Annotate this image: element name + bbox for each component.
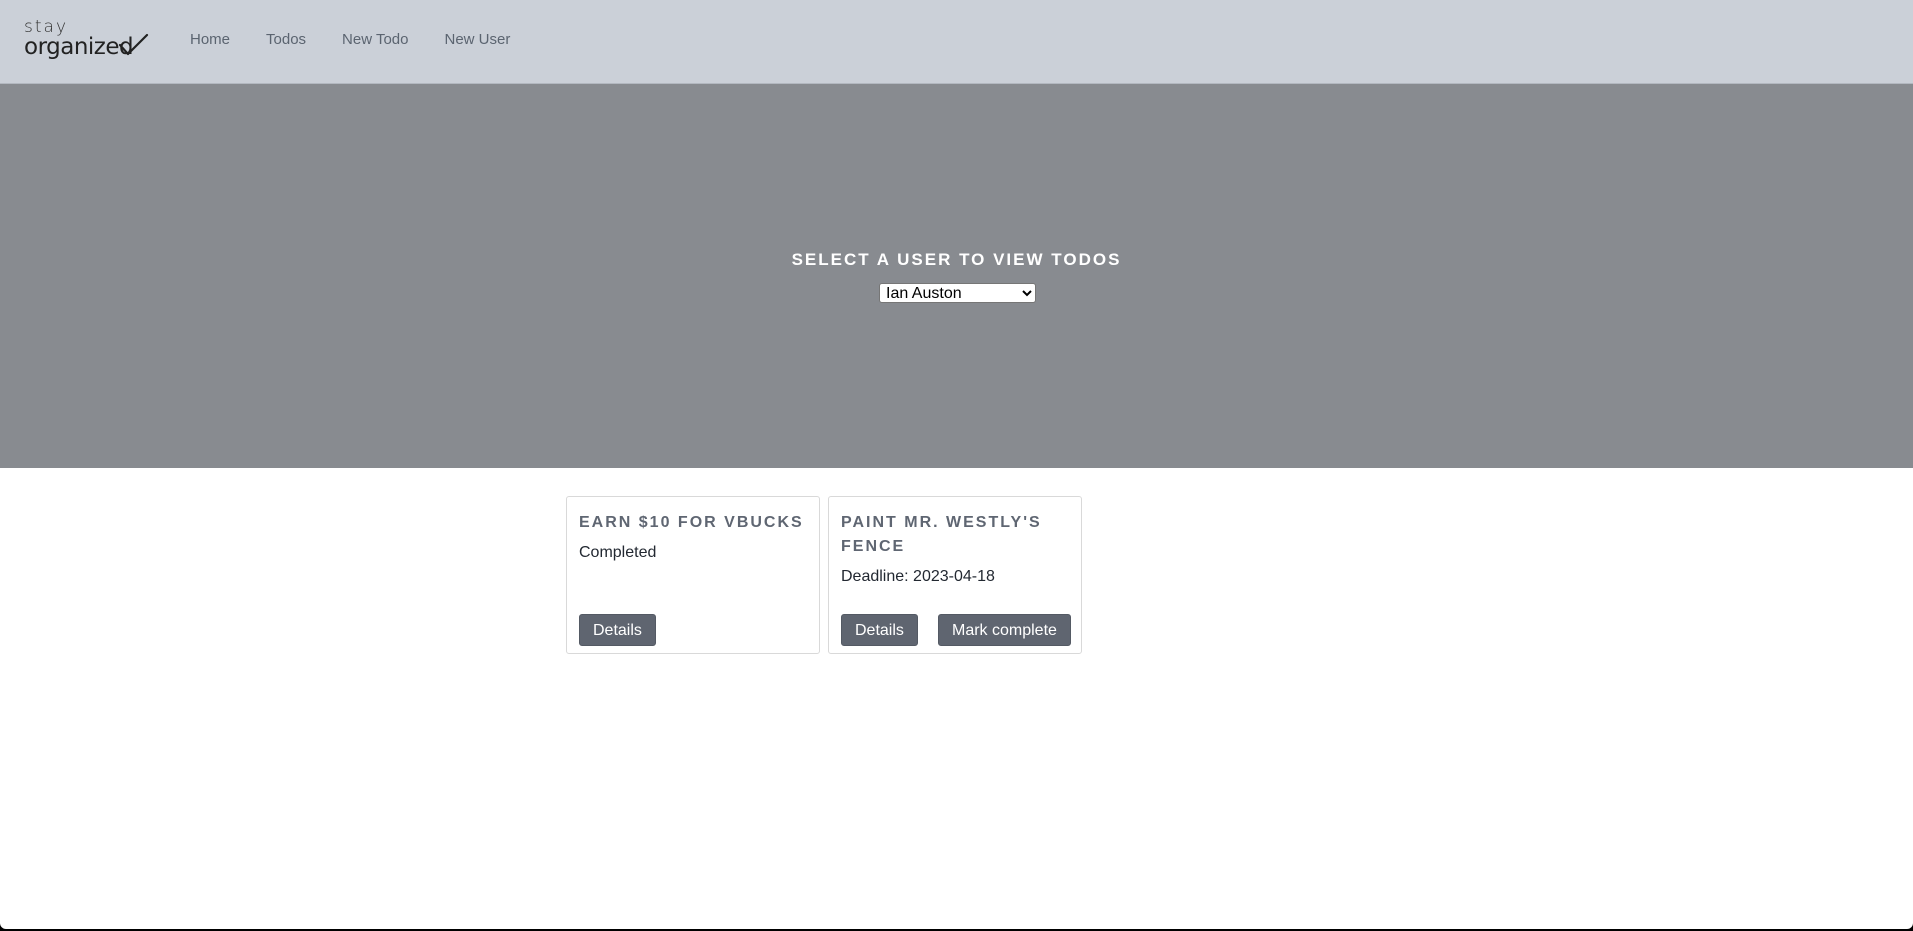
todo-card: Paint Mr. Westly's fence Deadline: 2023-… — [828, 496, 1082, 654]
brand-logo-bottom-text: organized — [24, 34, 134, 60]
nav-link-new-todo[interactable]: New Todo — [342, 30, 408, 50]
todo-card-list: Earn $10 for vbucks Completed Details Pa… — [566, 496, 1082, 654]
todo-title: Paint Mr. Westly's fence — [841, 514, 1042, 555]
nav-link-new-user[interactable]: New User — [444, 30, 510, 50]
todo-status: Completed — [579, 544, 657, 561]
details-button[interactable]: Details — [579, 614, 656, 646]
todo-card: Earn $10 for vbucks Completed Details — [566, 496, 820, 654]
details-button[interactable]: Details — [841, 614, 918, 646]
user-select[interactable]: Ian Auston — [879, 283, 1036, 303]
mark-complete-button[interactable]: Mark complete — [938, 614, 1071, 646]
hero-section: SELECT A USER TO VIEW TODOS Ian Auston — [0, 84, 1913, 468]
app-window: stay organized Home Todos New Todo New U… — [0, 0, 1913, 929]
checkmark-icon — [118, 33, 149, 56]
hero-title: SELECT A USER TO VIEW TODOS — [791, 250, 1122, 269]
navbar: stay organized Home Todos New Todo New U… — [0, 0, 1913, 84]
nav-link-todos[interactable]: Todos — [266, 30, 306, 50]
nav-link-home[interactable]: Home — [190, 30, 230, 50]
todo-title: Earn $10 for vbucks — [579, 514, 804, 531]
nav-links: Home Todos New Todo New User — [190, 30, 546, 50]
todo-deadline: Deadline: 2023-04-18 — [841, 568, 995, 585]
brand-logo[interactable]: stay organized — [24, 18, 150, 60]
